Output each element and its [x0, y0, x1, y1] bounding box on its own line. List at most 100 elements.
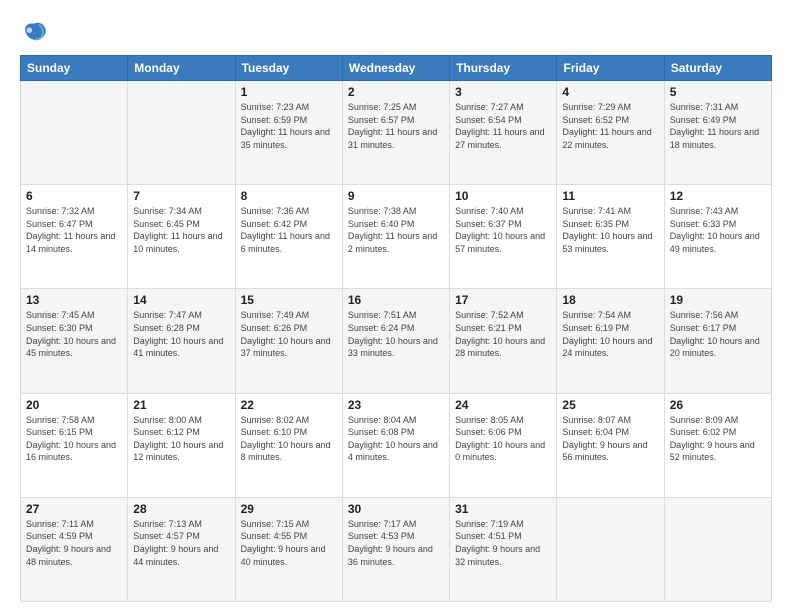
- day-number: 11: [562, 189, 658, 203]
- day-number: 30: [348, 502, 444, 516]
- day-info: Sunrise: 7:34 AM Sunset: 6:45 PM Dayligh…: [133, 205, 229, 255]
- calendar-cell: 8 Sunrise: 7:36 AM Sunset: 6:42 PM Daylig…: [235, 185, 342, 289]
- calendar-cell: 29Sunrise: 7:15 AM Sunset: 4:55 PM Dayli…: [235, 497, 342, 601]
- day-info: Sunrise: 7:43 AM Sunset: 6:33 PM Dayligh…: [670, 205, 766, 255]
- calendar-cell: 30 Sunrise: 7:17 AM Sunset: 4:53 PM Dayli…: [342, 497, 449, 601]
- calendar-cell: 11Sunrise: 7:41 AM Sunset: 6:35 PM Dayli…: [557, 185, 664, 289]
- day-number: 2: [348, 85, 444, 99]
- calendar-cell: 26 Sunrise: 8:09 AM Sunset: 6:02 PM Dayli…: [664, 393, 771, 497]
- weekday-header: Friday: [557, 56, 664, 81]
- day-info: Sunrise: 8:00 AM Sunset: 6:12 PM Dayligh…: [133, 414, 229, 464]
- calendar-cell: 7 Sunrise: 7:34 AM Sunset: 6:45 PM Daylig…: [128, 185, 235, 289]
- calendar-cell: 21 Sunrise: 8:00 AM Sunset: 6:12 PM Dayli…: [128, 393, 235, 497]
- day-number: 19: [670, 293, 766, 307]
- day-number: 8: [241, 189, 337, 203]
- day-info: Sunrise: 7:58 AM Sunset: 6:15 PM Dayligh…: [26, 414, 122, 464]
- calendar: SundayMondayTuesdayWednesdayThursdayFrid…: [20, 55, 772, 602]
- day-info: Sunrise: 7:17 AM Sunset: 4:53 PM Dayligh…: [348, 518, 444, 568]
- logo: [20, 19, 50, 47]
- day-info: Sunrise: 7:54 AM Sunset: 6:19 PM Dayligh…: [562, 309, 658, 359]
- day-info: Sunrise: 7:47 AM Sunset: 6:28 PM Dayligh…: [133, 309, 229, 359]
- calendar-cell: 23 Sunrise: 8:04 AM Sunset: 6:08 PM Dayli…: [342, 393, 449, 497]
- day-info: Sunrise: 7:40 AM Sunset: 6:37 PM Dayligh…: [455, 205, 551, 255]
- calendar-cell: 31 Sunrise: 7:19 AM Sunset: 4:51 PM Dayli…: [450, 497, 557, 601]
- calendar-body: 1Sunrise: 7:23 AM Sunset: 6:59 PM Daylig…: [21, 81, 772, 602]
- day-number: 15: [241, 293, 337, 307]
- day-info: Sunrise: 8:09 AM Sunset: 6:02 PM Dayligh…: [670, 414, 766, 464]
- calendar-cell: 22Sunrise: 8:02 AM Sunset: 6:10 PM Dayli…: [235, 393, 342, 497]
- calendar-header: SundayMondayTuesdayWednesdayThursdayFrid…: [21, 56, 772, 81]
- calendar-cell: 4 Sunrise: 7:29 AM Sunset: 6:52 PM Daylig…: [557, 81, 664, 185]
- day-info: Sunrise: 7:11 AM Sunset: 4:59 PM Dayligh…: [26, 518, 122, 568]
- day-number: 20: [26, 398, 122, 412]
- calendar-week-row: 13 Sunrise: 7:45 AM Sunset: 6:30 PM Dayli…: [21, 289, 772, 393]
- calendar-cell: 19Sunrise: 7:56 AM Sunset: 6:17 PM Dayli…: [664, 289, 771, 393]
- day-number: 14: [133, 293, 229, 307]
- logo-icon: [20, 19, 48, 47]
- calendar-week-row: 6 Sunrise: 7:32 AM Sunset: 6:47 PM Daylig…: [21, 185, 772, 289]
- calendar-cell: 12Sunrise: 7:43 AM Sunset: 6:33 PM Dayli…: [664, 185, 771, 289]
- calendar-cell: 1Sunrise: 7:23 AM Sunset: 6:59 PM Daylig…: [235, 81, 342, 185]
- day-number: 6: [26, 189, 122, 203]
- day-info: Sunrise: 7:15 AM Sunset: 4:55 PM Dayligh…: [241, 518, 337, 568]
- day-info: Sunrise: 7:45 AM Sunset: 6:30 PM Dayligh…: [26, 309, 122, 359]
- calendar-cell: 9Sunrise: 7:38 AM Sunset: 6:40 PM Daylig…: [342, 185, 449, 289]
- day-number: 31: [455, 502, 551, 516]
- calendar-cell: 15Sunrise: 7:49 AM Sunset: 6:26 PM Dayli…: [235, 289, 342, 393]
- calendar-cell: 6 Sunrise: 7:32 AM Sunset: 6:47 PM Daylig…: [21, 185, 128, 289]
- day-info: Sunrise: 7:51 AM Sunset: 6:24 PM Dayligh…: [348, 309, 444, 359]
- calendar-week-row: 27 Sunrise: 7:11 AM Sunset: 4:59 PM Dayli…: [21, 497, 772, 601]
- day-info: Sunrise: 7:13 AM Sunset: 4:57 PM Dayligh…: [133, 518, 229, 568]
- calendar-cell: 20 Sunrise: 7:58 AM Sunset: 6:15 PM Dayli…: [21, 393, 128, 497]
- day-info: Sunrise: 7:32 AM Sunset: 6:47 PM Dayligh…: [26, 205, 122, 255]
- day-info: Sunrise: 7:19 AM Sunset: 4:51 PM Dayligh…: [455, 518, 551, 568]
- day-number: 28: [133, 502, 229, 516]
- day-number: 27: [26, 502, 122, 516]
- weekday-header: Tuesday: [235, 56, 342, 81]
- calendar-cell: 27 Sunrise: 7:11 AM Sunset: 4:59 PM Dayli…: [21, 497, 128, 601]
- day-number: 24: [455, 398, 551, 412]
- calendar-cell: 10 Sunrise: 7:40 AM Sunset: 6:37 PM Dayli…: [450, 185, 557, 289]
- calendar-cell: 18 Sunrise: 7:54 AM Sunset: 6:19 PM Dayli…: [557, 289, 664, 393]
- weekday-header: Saturday: [664, 56, 771, 81]
- calendar-cell: 13 Sunrise: 7:45 AM Sunset: 6:30 PM Dayli…: [21, 289, 128, 393]
- day-info: Sunrise: 7:23 AM Sunset: 6:59 PM Dayligh…: [241, 101, 337, 151]
- calendar-cell: [128, 81, 235, 185]
- day-info: Sunrise: 8:04 AM Sunset: 6:08 PM Dayligh…: [348, 414, 444, 464]
- calendar-week-row: 1Sunrise: 7:23 AM Sunset: 6:59 PM Daylig…: [21, 81, 772, 185]
- day-info: Sunrise: 7:25 AM Sunset: 6:57 PM Dayligh…: [348, 101, 444, 151]
- calendar-cell: 5Sunrise: 7:31 AM Sunset: 6:49 PM Daylig…: [664, 81, 771, 185]
- day-number: 4: [562, 85, 658, 99]
- day-number: 26: [670, 398, 766, 412]
- day-number: 18: [562, 293, 658, 307]
- page: SundayMondayTuesdayWednesdayThursdayFrid…: [0, 0, 792, 612]
- calendar-week-row: 20 Sunrise: 7:58 AM Sunset: 6:15 PM Dayli…: [21, 393, 772, 497]
- day-info: Sunrise: 8:07 AM Sunset: 6:04 PM Dayligh…: [562, 414, 658, 464]
- day-number: 7: [133, 189, 229, 203]
- calendar-cell: 3 Sunrise: 7:27 AM Sunset: 6:54 PM Daylig…: [450, 81, 557, 185]
- calendar-cell: 16 Sunrise: 7:51 AM Sunset: 6:24 PM Dayli…: [342, 289, 449, 393]
- weekday-header: Wednesday: [342, 56, 449, 81]
- day-number: 25: [562, 398, 658, 412]
- day-number: 16: [348, 293, 444, 307]
- calendar-cell: 14 Sunrise: 7:47 AM Sunset: 6:28 PM Dayli…: [128, 289, 235, 393]
- calendar-cell: [557, 497, 664, 601]
- day-number: 23: [348, 398, 444, 412]
- calendar-cell: 25 Sunrise: 8:07 AM Sunset: 6:04 PM Dayli…: [557, 393, 664, 497]
- day-number: 13: [26, 293, 122, 307]
- day-info: Sunrise: 7:29 AM Sunset: 6:52 PM Dayligh…: [562, 101, 658, 151]
- calendar-cell: [21, 81, 128, 185]
- day-number: 21: [133, 398, 229, 412]
- day-number: 3: [455, 85, 551, 99]
- day-info: Sunrise: 7:38 AM Sunset: 6:40 PM Dayligh…: [348, 205, 444, 255]
- day-number: 17: [455, 293, 551, 307]
- weekday-header: Sunday: [21, 56, 128, 81]
- day-info: Sunrise: 7:36 AM Sunset: 6:42 PM Dayligh…: [241, 205, 337, 255]
- calendar-cell: [664, 497, 771, 601]
- calendar-cell: 24Sunrise: 8:05 AM Sunset: 6:06 PM Dayli…: [450, 393, 557, 497]
- calendar-cell: 28 Sunrise: 7:13 AM Sunset: 4:57 PM Dayli…: [128, 497, 235, 601]
- day-info: Sunrise: 7:27 AM Sunset: 6:54 PM Dayligh…: [455, 101, 551, 151]
- day-number: 10: [455, 189, 551, 203]
- day-info: Sunrise: 7:31 AM Sunset: 6:49 PM Dayligh…: [670, 101, 766, 151]
- day-number: 22: [241, 398, 337, 412]
